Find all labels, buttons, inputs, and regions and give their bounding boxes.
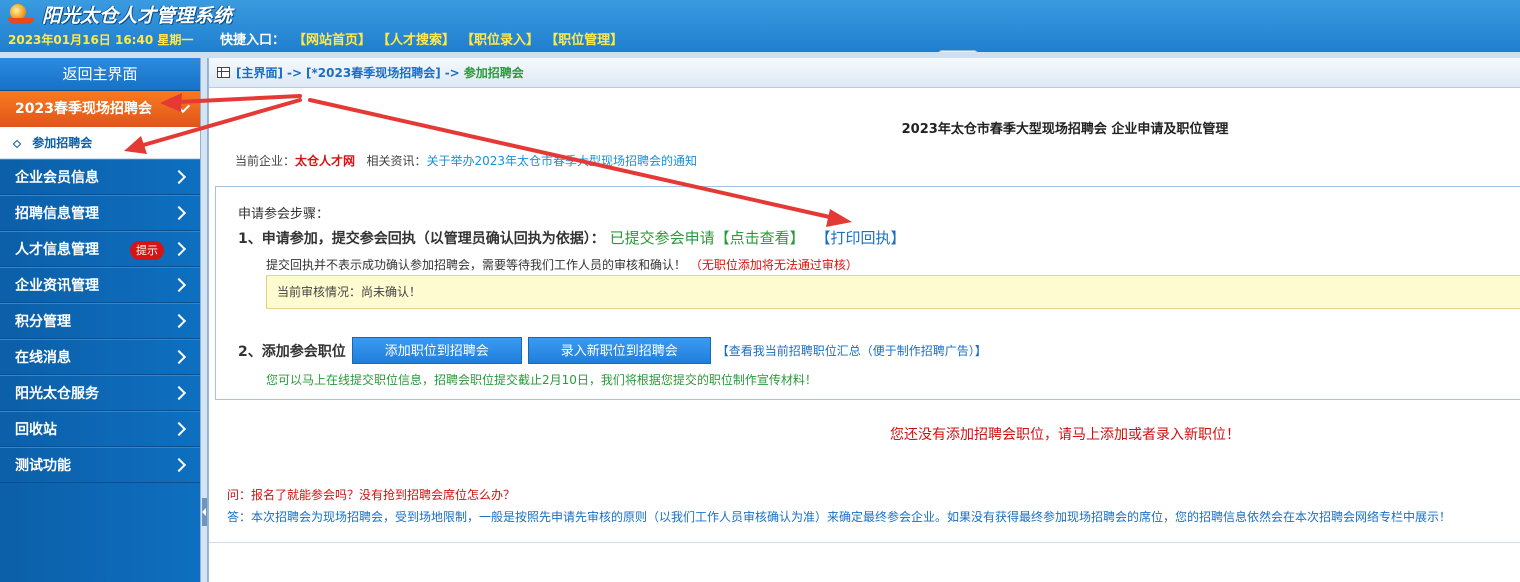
quick-link-job-manage[interactable]: 【职位管理】 [545, 29, 623, 48]
review-status-box: 当前审核情况：尚未确认！ [266, 275, 1520, 309]
step1-note-text: 提交回执并不表示成功确认参加招聘会，需要等待我们工作人员的审核和确认！ [266, 258, 687, 272]
step1-label: 1、申请参加，提交参会回执（以管理员确认回执为依据）： [238, 231, 605, 247]
window-icon [217, 67, 230, 78]
notice-badge: 提示 [130, 241, 164, 260]
chevron-right-icon [171, 241, 187, 257]
company-label: 当前企业： [235, 154, 296, 168]
step1-row: 1、申请参加，提交参会回执（以管理员确认回执为依据）： 已提交参会申请【点击查看… [238, 227, 906, 248]
top-header: 阳光太仓人才管理系统 2023年01月16日 16:40 星期一 快捷入口： 【… [0, 0, 1520, 58]
sidebar-item-label: 人才信息管理 [15, 242, 99, 258]
chevron-right-icon [171, 313, 187, 329]
chevron-right-icon [171, 349, 187, 365]
sidebar-item-news[interactable]: 企业资讯管理 [0, 267, 200, 303]
fair-notice-link[interactable]: 关于举办2023年太仓市春季大型现场招聘会的通知 [427, 154, 698, 168]
sidebar-item-company-info[interactable]: 企业会员信息 [0, 159, 200, 195]
sidebar-item-messages[interactable]: 在线消息 [0, 339, 200, 375]
breadcrumb-separator: -> [444, 65, 460, 80]
view-application-link[interactable]: 已提交参会申请【点击查看】 [610, 229, 805, 247]
quick-link-job-entry[interactable]: 【职位录入】 [461, 29, 539, 48]
breadcrumb-separator: -> [286, 65, 303, 80]
chevron-right-icon [171, 385, 187, 401]
breadcrumb-section[interactable]: [*2023春季现场招聘会] [306, 64, 441, 81]
company-info-line: 当前企业：太仓人才网 相关资讯：关于举办2023年太仓市春季大型现场招聘会的通知 [235, 152, 697, 169]
sidebar-group-spring-fair[interactable]: 2023春季现场招聘会 [0, 91, 200, 127]
sidebar-item-label: 企业会员信息 [15, 170, 99, 186]
new-position-button[interactable]: 录入新职位到招聘会 [527, 337, 711, 364]
faq-answer: 答：本次招聘会为现场招聘会，受到场地限制，一般是按照先申请先审核的原则（以我们工… [227, 510, 1452, 524]
sidebar-item-label: 积分管理 [15, 314, 71, 330]
sun-logo-icon [8, 3, 38, 25]
breadcrumb-home[interactable]: [主界面] [236, 64, 283, 81]
sidebar-item-services[interactable]: 阳光太仓服务 [0, 375, 200, 411]
chevron-right-icon [171, 169, 187, 185]
step2-row: 2、添加参会职位 添加职位到招聘会 录入新职位到招聘会 【查看我当前招聘职位汇总… [238, 337, 987, 364]
quick-link-talent-search[interactable]: 【人才搜索】 [377, 29, 455, 48]
sidebar-item-recruit-info[interactable]: 招聘信息管理 [0, 195, 200, 231]
no-positions-warning: 您还没有添加招聘会职位，请马上添加或者录入新职位！ [890, 427, 1240, 443]
sidebar-item-talent-info[interactable]: 人才信息管理 提示 [0, 231, 200, 267]
position-summary-link[interactable]: 【查看我当前招聘职位汇总（便于制作招聘广告）】 [717, 342, 987, 359]
info-label: 相关资讯： [366, 154, 427, 168]
sidebar: 返回主界面 2023春季现场招聘会 参加招聘会 企业会员信息 招聘信息管理 人才… [0, 58, 200, 582]
chevron-right-icon [171, 205, 187, 221]
faq-question: 问：报名了就能参会吗？没有抢到招聘会席位怎么办？ [227, 488, 516, 502]
main-content: [主界面] -> [*2023春季现场招聘会] -> 参加招聘会 2023年太仓… [208, 58, 1520, 582]
current-datetime: 2023年01月16日 16:40 星期一 [8, 33, 194, 47]
sidebar-splitter[interactable] [200, 58, 208, 582]
step1-warning: （无职位添加将无法通过审核） [689, 258, 858, 272]
steps-title: 申请参会步骤： [238, 207, 330, 222]
sidebar-subitem-label: 参加招聘会 [32, 136, 93, 150]
quick-links: 快捷入口： 【网站首页】 【人才搜索】 【职位录入】 【职位管理】 [220, 29, 629, 48]
sidebar-item-recycle-bin[interactable]: 回收站 [0, 411, 200, 447]
quick-link-home[interactable]: 【网站首页】 [293, 29, 371, 48]
chevron-right-icon [171, 457, 187, 473]
breadcrumb: [主界面] -> [*2023春季现场招聘会] -> 参加招聘会 [209, 58, 1520, 88]
chevron-right-icon [171, 277, 187, 293]
sidebar-item-label: 在线消息 [15, 350, 71, 366]
sidebar-subitem-join-fair[interactable]: 参加招聘会 [0, 127, 200, 159]
quick-links-label: 快捷入口： [220, 33, 286, 48]
page-title: 2023年太仓市春季大型现场招聘会 企业申请及职位管理 [901, 122, 1229, 137]
company-name: 太仓人才网 [295, 154, 356, 168]
collapse-sidebar-handle[interactable] [202, 498, 207, 526]
sidebar-home-button[interactable]: 返回主界面 [0, 58, 200, 91]
sidebar-item-label: 回收站 [15, 422, 57, 438]
app-logo: 阳光太仓人才管理系统 [8, 2, 233, 27]
chevron-down-icon [175, 98, 191, 114]
sidebar-item-test[interactable]: 测试功能 [0, 447, 200, 483]
step2-label: 2、添加参会职位 [238, 343, 346, 360]
chevron-right-icon [171, 421, 187, 437]
breadcrumb-current: 参加招聘会 [463, 66, 524, 80]
add-position-button[interactable]: 添加职位到招聘会 [351, 337, 522, 364]
sidebar-item-label: 企业资讯管理 [15, 278, 99, 294]
app-title: 阳光太仓人才管理系统 [42, 4, 233, 27]
sidebar-group-label: 2023春季现场招聘会 [15, 101, 152, 117]
step2-note: 您可以马上在线提交职位信息，招聘会职位提交截止2月10日，我们将根据您提交的职位… [266, 373, 817, 387]
sidebar-item-label: 招聘信息管理 [15, 206, 99, 222]
application-steps-panel: 申请参会步骤： 1、申请参加，提交参会回执（以管理员确认回执为依据）： 已提交参… [215, 186, 1520, 400]
step1-note: 提交回执并不表示成功确认参加招聘会，需要等待我们工作人员的审核和确认！ （无职位… [266, 256, 858, 273]
sidebar-item-label: 阳光太仓服务 [15, 386, 99, 402]
diamond-bullet-icon [12, 139, 22, 148]
print-receipt-link[interactable]: 【打印回执】 [816, 229, 906, 247]
sidebar-item-points[interactable]: 积分管理 [0, 303, 200, 339]
sidebar-item-label: 测试功能 [15, 458, 71, 474]
content-divider [209, 542, 1520, 543]
